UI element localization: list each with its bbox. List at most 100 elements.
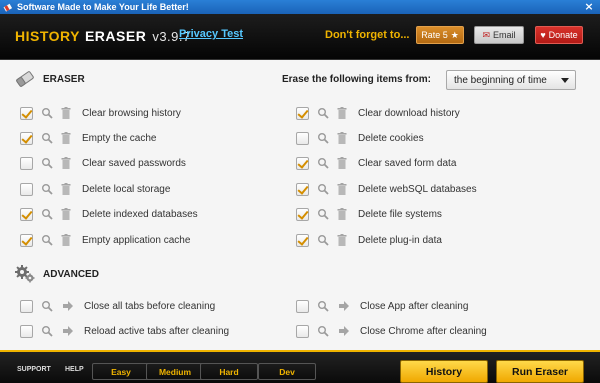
run-eraser-button[interactable]: Run Eraser — [496, 360, 584, 383]
eraser-item-empty-application-cache[interactable]: Empty application cache — [20, 233, 190, 247]
eraser-item-clear-saved-passwords[interactable]: Clear saved passwords — [20, 156, 186, 170]
checkbox[interactable] — [296, 182, 309, 196]
magnifier-icon[interactable] — [317, 107, 329, 119]
level-button-dev[interactable]: Dev — [258, 363, 316, 380]
envelope-icon: ✉ — [482, 29, 491, 40]
magnifier-icon[interactable] — [41, 132, 53, 144]
eraser-item-label: Delete cookies — [358, 132, 424, 144]
level-button-hard[interactable]: Hard — [200, 363, 258, 380]
checkbox[interactable] — [20, 131, 33, 145]
trash-icon[interactable] — [61, 208, 71, 220]
advanced-section-label: ADVANCED — [43, 268, 99, 280]
checkbox[interactable] — [296, 207, 309, 221]
eraser-item-delete-indexed-databases[interactable]: Delete indexed databases — [20, 207, 198, 221]
checkbox[interactable] — [20, 299, 33, 313]
eraser-item-delete-plug-in-data[interactable]: Delete plug-in data — [296, 233, 442, 247]
magnifier-icon[interactable] — [317, 157, 329, 169]
level-button-easy[interactable]: Easy — [92, 363, 150, 380]
eraser-icon — [16, 71, 34, 87]
magnifier-icon[interactable] — [41, 157, 53, 169]
email-button[interactable]: ✉ Email — [474, 26, 524, 44]
eraser-item-label: Clear saved form data — [358, 157, 457, 169]
magnifier-icon[interactable] — [41, 325, 53, 337]
magnifier-icon[interactable] — [317, 208, 329, 220]
brand-word-history: HISTORY — [15, 28, 80, 44]
trash-icon[interactable] — [61, 157, 71, 169]
magnifier-icon[interactable] — [317, 300, 329, 312]
eraser-item-delete-local-storage[interactable]: Delete local storage — [20, 182, 170, 196]
magnifier-icon[interactable] — [41, 300, 53, 312]
trash-icon[interactable] — [337, 234, 347, 246]
trash-icon[interactable] — [337, 132, 347, 144]
brand-word-eraser: ERASER — [84, 28, 147, 44]
advanced-item-close-chrome[interactable]: Close Chrome after cleaning — [296, 324, 487, 338]
trash-icon[interactable] — [337, 208, 347, 220]
checkbox[interactable] — [296, 299, 309, 313]
eraser-item-label: Clear download history — [358, 107, 460, 119]
bottom-toolbar: SUPPORT HELP Easy Medium Hard Dev Histor… — [0, 350, 600, 383]
checkbox[interactable] — [296, 131, 309, 145]
rate-button[interactable]: Rate 5 ★ — [416, 26, 464, 44]
magnifier-icon[interactable] — [317, 183, 329, 195]
dont-forget-label: Don't forget to... — [325, 29, 410, 41]
eraser-item-label: Clear saved passwords — [82, 157, 186, 169]
checkbox[interactable] — [296, 156, 309, 170]
magnifier-icon[interactable] — [317, 234, 329, 246]
time-range-value: the beginning of time — [454, 74, 547, 86]
magnifier-icon[interactable] — [317, 325, 329, 337]
trash-icon[interactable] — [61, 132, 71, 144]
trash-icon[interactable] — [61, 107, 71, 119]
checkbox[interactable] — [296, 233, 309, 247]
rate-button-label: Rate 5 — [421, 30, 448, 40]
advanced-item-close-app[interactable]: Close App after cleaning — [296, 299, 468, 313]
donate-button[interactable]: ♥ Donate — [535, 26, 583, 44]
advanced-item-label: Close App after cleaning — [360, 300, 469, 312]
eraser-item-label: Delete file systems — [358, 208, 442, 220]
advanced-item-close-all-tabs[interactable]: Close all tabs before cleaning — [20, 299, 215, 313]
eraser-item-label: Empty application cache — [82, 234, 191, 246]
eraser-item-clear-download-history[interactable]: Clear download history — [296, 106, 460, 120]
time-range-select[interactable]: the beginning of time — [446, 70, 576, 90]
eraser-item-empty-cache[interactable]: Empty the cache — [20, 131, 156, 145]
eraser-item-label: Delete indexed databases — [82, 208, 198, 220]
help-link[interactable]: HELP — [65, 366, 84, 373]
eraser-item-clear-saved-form-data[interactable]: Clear saved form data — [296, 156, 456, 170]
checkbox[interactable] — [20, 182, 33, 196]
trash-icon[interactable] — [337, 107, 347, 119]
eraser-item-delete-websql-databases[interactable]: Delete webSQL databases — [296, 182, 477, 196]
eraser-section-label: ERASER — [43, 73, 85, 85]
support-link[interactable]: SUPPORT — [17, 366, 51, 373]
trash-icon[interactable] — [337, 157, 347, 169]
checkbox[interactable] — [20, 207, 33, 221]
eraser-item-delete-file-systems[interactable]: Delete file systems — [296, 207, 442, 221]
eraser-item-label: Delete webSQL databases — [358, 183, 477, 195]
checkbox[interactable] — [20, 156, 33, 170]
magnifier-icon[interactable] — [41, 183, 53, 195]
trash-icon[interactable] — [61, 183, 71, 195]
magnifier-icon[interactable] — [41, 208, 53, 220]
trash-icon[interactable] — [337, 183, 347, 195]
chevron-down-icon — [561, 78, 569, 83]
checkbox[interactable] — [20, 106, 33, 120]
window-close-icon[interactable]: × — [582, 0, 596, 13]
arrow-right-icon — [339, 301, 349, 311]
checkbox[interactable] — [296, 324, 309, 338]
eraser-section-header: ERASER — [14, 69, 85, 89]
checkbox[interactable] — [296, 106, 309, 120]
checkbox[interactable] — [20, 233, 33, 247]
magnifier-icon[interactable] — [41, 234, 53, 246]
eraser-item-clear-browsing-history[interactable]: Clear browsing history — [20, 106, 181, 120]
magnifier-icon[interactable] — [41, 107, 53, 119]
eraser-item-delete-cookies[interactable]: Delete cookies — [296, 131, 424, 145]
magnifier-icon[interactable] — [317, 132, 329, 144]
checkbox[interactable] — [20, 324, 33, 338]
advanced-item-reload-active-tabs[interactable]: Reload active tabs after cleaning — [20, 324, 229, 338]
history-button[interactable]: History — [400, 360, 488, 383]
privacy-test-link[interactable]: Privacy Test — [179, 28, 243, 40]
arrow-right-icon — [63, 326, 73, 336]
app-window-icon — [3, 3, 13, 12]
trash-icon[interactable] — [61, 234, 71, 246]
email-button-label: Email — [493, 30, 516, 40]
level-button-medium[interactable]: Medium — [146, 363, 204, 380]
advanced-item-label: Close Chrome after cleaning — [360, 325, 487, 337]
